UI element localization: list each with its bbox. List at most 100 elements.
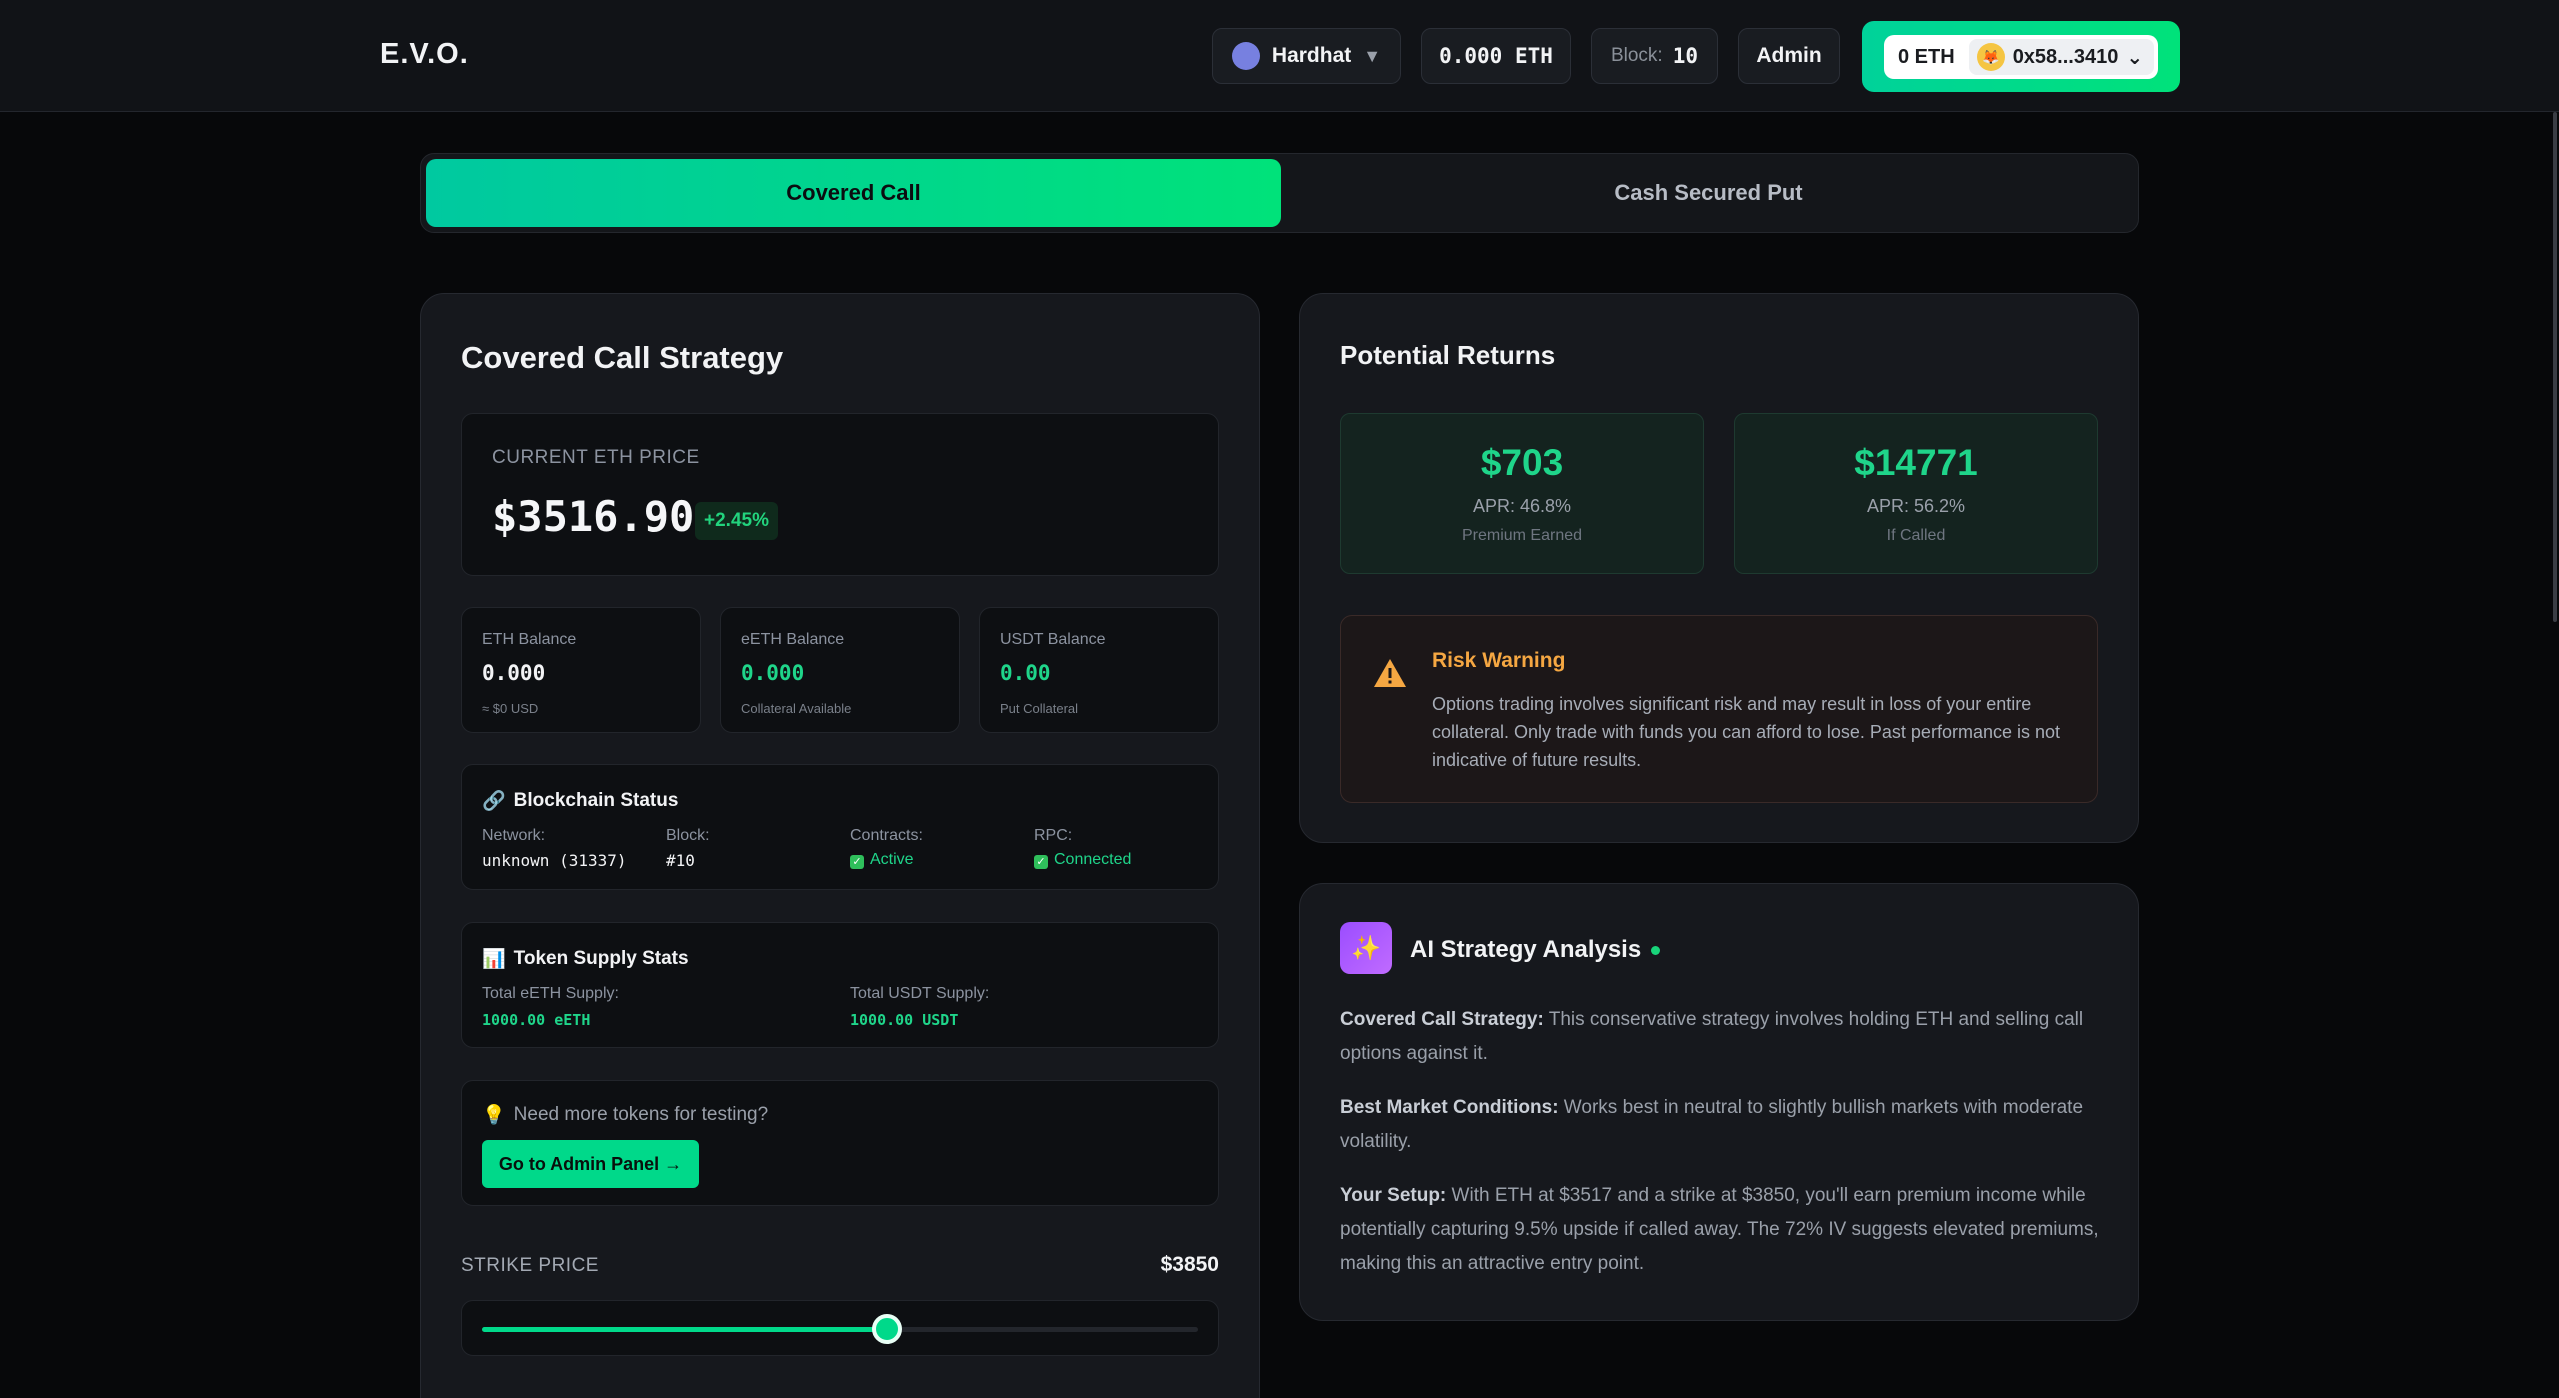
go-to-admin-button[interactable]: Go to Admin Panel → (482, 1140, 699, 1188)
ai-analysis-card: ✨ AI Strategy Analysis Covered Call Stra… (1299, 883, 2139, 1321)
chevron-down-icon: ▼ (1363, 45, 1382, 66)
ai-paragraph: Best Market Conditions: Works best in ne… (1340, 1091, 2110, 1159)
supply-value: 1000.00 USDT (850, 1011, 959, 1029)
testing-tokens-panel: 💡 Need more tokens for testing? Go to Ad… (461, 1080, 1219, 1206)
chart-icon: 📊 (482, 949, 506, 970)
status-text: Active (870, 851, 914, 868)
premium-earned-card: $703 APR: 46.8% Premium Earned (1340, 413, 1704, 574)
warning-icon (1374, 659, 1406, 687)
return-amount: $14771 (1854, 442, 1978, 483)
network-icon (1231, 42, 1260, 70)
live-status-dot (1651, 946, 1660, 955)
app-logo[interactable]: E.V.O. (380, 38, 469, 71)
strategy-card: Covered Call Strategy CURRENT ETH PRICE … (420, 293, 1260, 1398)
strike-price-label: STRIKE PRICE (461, 1255, 599, 1276)
ai-paragraph: Covered Call Strategy: This conservative… (1340, 1003, 2110, 1071)
strike-slider-fill (482, 1327, 887, 1332)
block-status: Block: #10 (666, 827, 710, 870)
balance-label: ETH Balance (482, 631, 577, 648)
block-badge: Block: 10 (1591, 28, 1718, 84)
strategy-title: Covered Call Strategy (461, 340, 784, 375)
paragraph-text: With ETH at $3517 and a strike at $3850,… (1340, 1185, 2099, 1274)
status-key: Block: (666, 827, 710, 844)
balance-value: 0.000 (741, 661, 805, 685)
returns-title: Potential Returns (1340, 340, 1556, 370)
rpc-status: RPC: ✓ Connected (1034, 827, 1131, 869)
status-key: Contracts: (850, 827, 923, 844)
account-chip[interactable]: 🦊 0x58...3410 ⌄ (1968, 39, 2154, 75)
eth-balance-badge: 0.000 ETH (1421, 28, 1571, 84)
sparkles-icon: ✨ (1340, 922, 1392, 974)
block-label: Block: (1610, 45, 1663, 66)
balance-value: 0.000 (482, 661, 546, 685)
token-supply-title: 📊 Token Supply Stats (482, 947, 689, 971)
status-value: ✓ Connected (1034, 851, 1131, 869)
supply-key: Total USDT Supply: (850, 985, 990, 1002)
network-status: Network: unknown (31337) (482, 827, 627, 870)
return-label: If Called (1886, 527, 1946, 544)
return-label: Premium Earned (1461, 527, 1583, 544)
blockchain-status-title: 🔗 Blockchain Status (482, 789, 678, 813)
top-header: E.V.O. Hardhat ▼ 0.000 ETH Block: 10 Adm… (0, 0, 2559, 112)
block-number: 10 (1672, 44, 1699, 68)
if-called-card: $14771 APR: 56.2% If Called (1734, 413, 2098, 574)
wallet-address: 0x58...3410 (2012, 45, 2119, 68)
usdt-balance-card: USDT Balance 0.00 Put Collateral (979, 607, 1219, 733)
panel-title: Blockchain Status (513, 790, 679, 811)
balance-sub: Put Collateral (1000, 701, 1079, 716)
paragraph-label: Best Market Conditions: (1340, 1097, 1559, 1118)
return-amount: $703 (1480, 442, 1564, 483)
status-text: Connected (1054, 851, 1132, 868)
ai-title: AI Strategy Analysis (1410, 936, 1642, 963)
return-apr: APR: 46.8% (1472, 496, 1572, 516)
balance-sub: Collateral Available (741, 701, 852, 716)
status-key: Network: (482, 827, 546, 844)
return-apr: APR: 56.2% (1866, 496, 1966, 516)
usdt-supply: Total USDT Supply: 1000.00 USDT (850, 985, 989, 1029)
strategy-tabs: Covered Call Cash Secured Put (420, 153, 2139, 233)
paragraph-label: Covered Call Strategy: (1340, 1009, 1544, 1030)
balance-label: USDT Balance (1000, 631, 1106, 648)
testing-question: 💡 Need more tokens for testing? (482, 1103, 768, 1127)
network-name: Hardhat (1271, 44, 1352, 67)
eeth-balance-card: eETH Balance 0.000 Collateral Available (720, 607, 960, 733)
strike-price-value: $3850 (1160, 1253, 1219, 1276)
status-value: #10 (666, 851, 695, 870)
scrollbar[interactable] (2553, 112, 2557, 622)
avatar: 🦊 (1976, 43, 2005, 71)
status-key: RPC: (1034, 827, 1073, 844)
panel-title: Token Supply Stats (513, 948, 689, 969)
strike-slider-container (461, 1300, 1219, 1356)
status-value: ✓ Active (850, 851, 923, 869)
contracts-status: Contracts: ✓ Active (850, 827, 923, 869)
supply-value: 1000.00 eETH (482, 1011, 591, 1029)
check-icon: ✓ (1034, 855, 1048, 869)
tab-covered-call[interactable]: Covered Call (426, 159, 1281, 227)
potential-returns-card: Potential Returns $703 APR: 46.8% Premiu… (1299, 293, 2139, 843)
supply-key: Total eETH Supply: (482, 985, 619, 1002)
price-label: CURRENT ETH PRICE (492, 447, 700, 468)
blockchain-status-panel: 🔗 Blockchain Status Network: unknown (31… (461, 764, 1219, 890)
wallet-pill[interactable]: 0 ETH 🦊 0x58...3410 ⌄ (1884, 35, 2158, 79)
chevron-down-icon: ⌄ (2126, 46, 2144, 69)
token-supply-panel: 📊 Token Supply Stats Total eETH Supply: … (461, 922, 1219, 1048)
tab-cash-secured-put[interactable]: Cash Secured Put (1281, 159, 2136, 227)
eth-price: $3516.90 (492, 492, 695, 541)
check-icon: ✓ (850, 855, 864, 869)
warning-text: Options trading involves significant ris… (1432, 694, 2060, 770)
balance-sub: ≈ $0 USD (482, 701, 539, 716)
warning-title: Risk Warning (1432, 649, 1566, 672)
strike-slider-thumb[interactable] (871, 1314, 902, 1344)
price-change-badge: +2.45% (695, 502, 778, 540)
question-text: Need more tokens for testing? (513, 1104, 769, 1125)
balance-label: eETH Balance (741, 631, 845, 648)
link-icon: 🔗 (482, 791, 506, 812)
wallet-button[interactable]: 0 ETH 🦊 0x58...3410 ⌄ (1862, 21, 2180, 92)
status-value: unknown (31337) (482, 851, 627, 870)
paragraph-label: Your Setup: (1340, 1185, 1447, 1206)
strike-slider-track[interactable] (482, 1314, 1198, 1344)
wallet-eth-balance: 0 ETH (1898, 45, 1955, 68)
network-selector[interactable]: Hardhat ▼ (1212, 28, 1401, 84)
admin-button[interactable]: Admin (1738, 28, 1840, 84)
eth-balance-card: ETH Balance 0.000 ≈ $0 USD (461, 607, 701, 733)
